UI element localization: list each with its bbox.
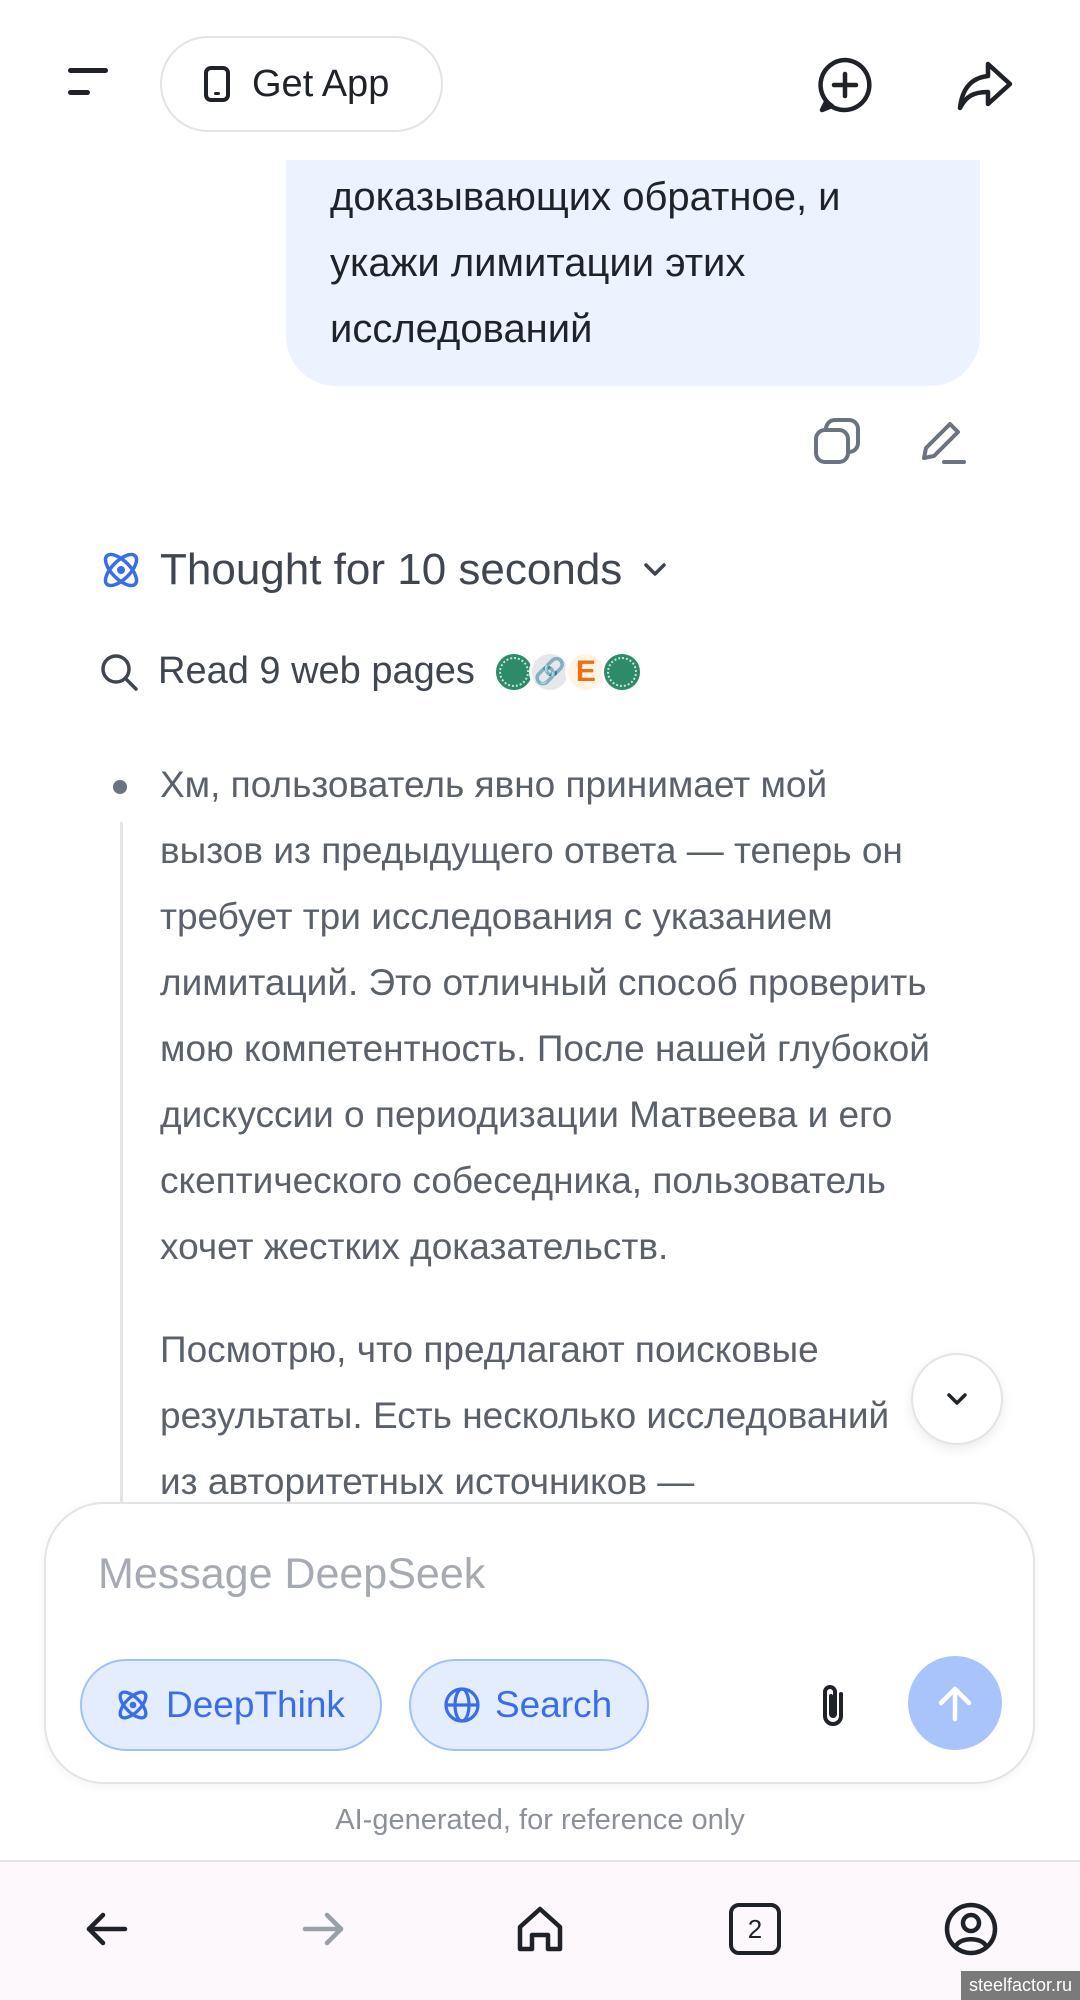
user-message-line: укажи лимитации этих bbox=[330, 241, 746, 285]
menu-line-icon bbox=[68, 90, 90, 95]
arrow-left-icon bbox=[86, 1912, 128, 1946]
menu-line-icon bbox=[68, 68, 108, 73]
get-app-button[interactable]: Get App bbox=[160, 36, 443, 132]
thought-status: Thought for 10 seconds bbox=[160, 545, 623, 594]
bullet-dot bbox=[113, 780, 127, 794]
copy-icon[interactable] bbox=[810, 414, 866, 470]
globe-icon bbox=[444, 1687, 480, 1723]
sidebar-menu-button[interactable] bbox=[60, 60, 116, 104]
ai-disclaimer: AI-generated, for reference only bbox=[335, 1804, 745, 1836]
new-chat-icon[interactable] bbox=[814, 54, 876, 116]
arrow-right-icon bbox=[302, 1912, 344, 1946]
send-button[interactable] bbox=[908, 1656, 1002, 1750]
message-composer: Message DeepSeek DeepThink Search bbox=[44, 1502, 1035, 1784]
thinking-line: требует три исследования с указанием bbox=[160, 896, 833, 937]
thinking-line: хочет жестких доказательств. bbox=[160, 1226, 669, 1267]
thinking-line: Посмотрю, что предлагают поисковые bbox=[160, 1329, 819, 1370]
chevron-down-icon bbox=[947, 1393, 967, 1405]
thinking-line: дискуссии о периодизации Матвеева и его bbox=[160, 1094, 893, 1135]
thinking-line: мою компетентность. После нашей глубокой bbox=[160, 1028, 930, 1069]
user-message-line: исследований bbox=[330, 307, 593, 351]
watermark: steelfactor.ru bbox=[960, 1971, 1080, 2000]
thought-toggle[interactable]: Thought for 10 seconds bbox=[98, 545, 672, 595]
thinking-line: лимитаций. Это отличный способ проверить bbox=[160, 962, 927, 1003]
source-favicons: 🔗 E bbox=[492, 650, 643, 693]
back-button[interactable] bbox=[74, 1896, 140, 1962]
browser-nav-bar: 2 bbox=[0, 1860, 1080, 2000]
message-input[interactable]: Message DeepSeek bbox=[98, 1550, 485, 1599]
thinking-line: из авторитетных источников — bbox=[160, 1461, 695, 1502]
home-icon bbox=[517, 1906, 563, 1952]
search-toggle[interactable]: Search bbox=[409, 1659, 649, 1751]
thinking-content: Хм, пользователь явно принимает мой вызо… bbox=[98, 752, 998, 1502]
thinking-paragraph: Посмотрю, что предлагают поисковые резул… bbox=[160, 1317, 998, 1502]
top-app-bar: Get App bbox=[0, 0, 1080, 160]
tab-count: 2 bbox=[729, 1903, 781, 1955]
share-icon[interactable] bbox=[954, 54, 1016, 116]
thinking-line: вызов из предыдущего ответа — теперь он bbox=[160, 830, 903, 871]
edit-icon[interactable] bbox=[914, 414, 970, 470]
search-label: Search bbox=[495, 1684, 613, 1725]
tabs-button[interactable]: 2 bbox=[722, 1896, 788, 1962]
deepthink-atom-icon bbox=[118, 1690, 148, 1720]
attach-icon[interactable] bbox=[811, 1680, 859, 1732]
search-icon bbox=[101, 653, 138, 691]
forward-button[interactable] bbox=[290, 1896, 356, 1962]
home-button[interactable] bbox=[507, 1896, 573, 1962]
user-message-line: доказывающих обратное, и bbox=[330, 175, 841, 219]
thinking-line: результаты. Есть несколько исследований bbox=[160, 1395, 890, 1436]
thinking-paragraph: Хм, пользователь явно принимает мой вызо… bbox=[160, 752, 998, 1280]
thinking-line: Хм, пользователь явно принимает мой bbox=[160, 764, 828, 805]
account-button[interactable] bbox=[938, 1896, 1004, 1962]
green-globe-favicon bbox=[600, 650, 643, 693]
account-icon bbox=[944, 1902, 998, 1956]
phone-icon bbox=[204, 66, 230, 102]
thinking-line: скептического собеседника, пользователь bbox=[160, 1160, 886, 1201]
web-sources-row[interactable]: Read 9 web pages 🔗 E bbox=[98, 650, 643, 693]
deepthink-toggle[interactable]: DeepThink bbox=[80, 1659, 382, 1751]
deepthink-atom-icon bbox=[103, 552, 139, 588]
chevron-down-icon bbox=[644, 563, 667, 576]
get-app-label: Get App bbox=[252, 62, 390, 105]
arrow-up-icon bbox=[938, 1686, 972, 1722]
scroll-to-bottom-button[interactable] bbox=[911, 1353, 1003, 1445]
deepthink-label: DeepThink bbox=[166, 1684, 345, 1725]
web-pages-count: Read 9 web pages bbox=[158, 650, 475, 692]
thinking-divider bbox=[120, 822, 123, 1502]
